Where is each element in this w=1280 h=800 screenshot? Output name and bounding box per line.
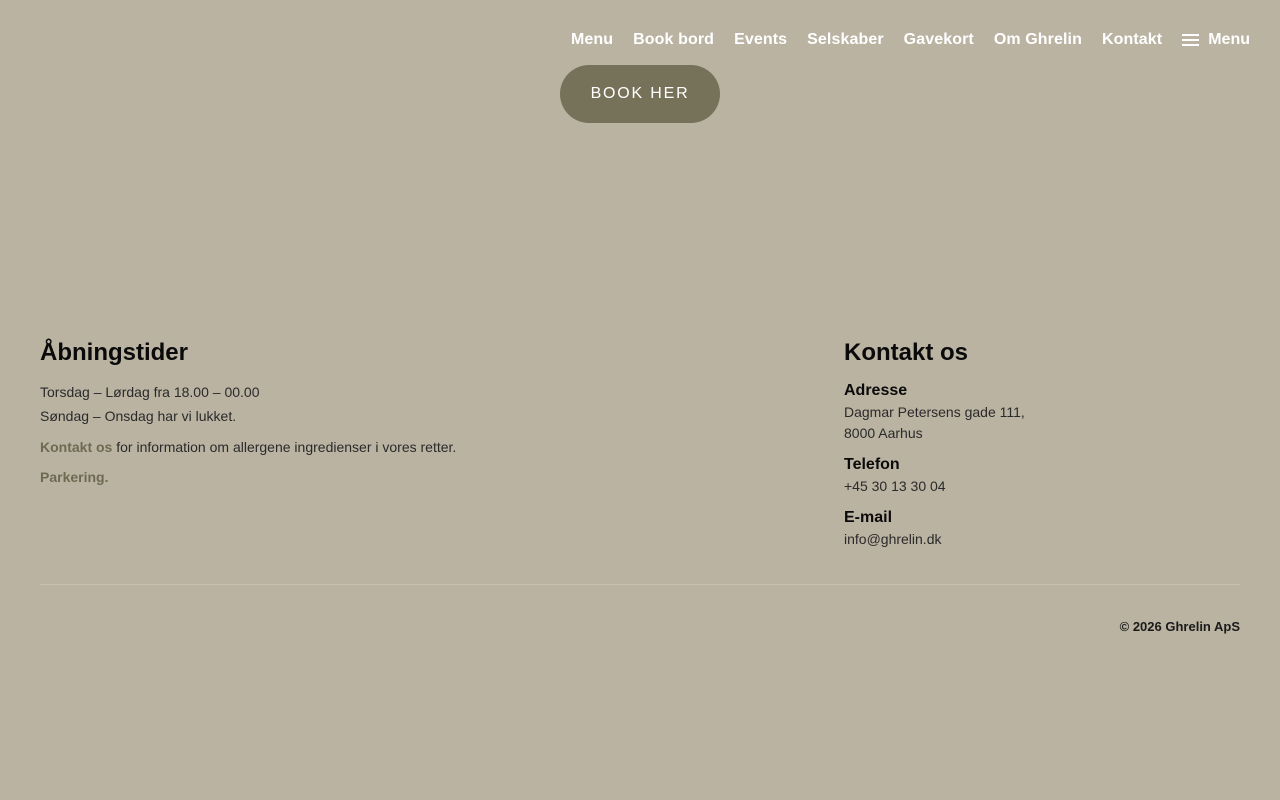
address-block: Adresse Dagmar Petersens gade 111, 8000 … xyxy=(844,380,1244,444)
nav-item-selskaber[interactable]: Selskaber xyxy=(807,28,884,52)
menu-toggle-button[interactable]: Menu xyxy=(1182,31,1250,49)
opening-hours-title: Åbningstider xyxy=(40,339,188,366)
hamburger-menu-icon xyxy=(1182,33,1200,47)
nav-item-gavekort[interactable]: Gavekort xyxy=(904,28,974,52)
opening-hours-section: Åbningstider Torsdag – Lørdag fra 18.00 … xyxy=(40,338,640,488)
opening-hours-list: Torsdag – Lørdag fra 18.00 – 00.00 Sønda… xyxy=(40,380,640,428)
address-line-2: 8000 Aarhus xyxy=(844,425,923,441)
phone-block: Telefon +45 30 13 30 04 xyxy=(844,454,1244,497)
allergen-info: Kontakt os for information om allergene … xyxy=(40,436,640,458)
hours-line: Søndag – Onsdag har vi lukket. xyxy=(40,408,237,424)
contact-section: Kontakt os Adresse Dagmar Petersens gade… xyxy=(844,338,1244,560)
contact-title: Kontakt os xyxy=(844,339,969,366)
email-label: E-mail xyxy=(844,509,893,526)
phone-label: Telefon xyxy=(844,456,900,473)
email-value[interactable]: info@ghrelin.dk xyxy=(844,529,1244,550)
parking-paragraph: Parkering. xyxy=(40,466,640,488)
nav-item-events[interactable]: Events xyxy=(734,28,787,52)
parking-link[interactable]: Parkering. xyxy=(40,469,108,485)
address-label: Adresse xyxy=(844,382,908,399)
book-here-button[interactable]: BOOK HER xyxy=(560,65,720,123)
allergen-info-text: for information om allergene ingrediense… xyxy=(112,439,457,455)
email-block: E-mail info@ghrelin.dk xyxy=(844,507,1244,550)
nav-item-kontakt[interactable]: Kontakt xyxy=(1102,28,1162,52)
main-nav: Menu Book bord Events Selskaber Gavekort… xyxy=(571,28,1250,52)
page: Menu Book bord Events Selskaber Gavekort… xyxy=(0,0,1280,800)
contact-us-link[interactable]: Kontakt os xyxy=(40,439,112,455)
address-line-1: Dagmar Petersens gade 111, xyxy=(844,404,1025,420)
nav-item-om-ghrelin[interactable]: Om Ghrelin xyxy=(994,28,1082,52)
nav-item-menu[interactable]: Menu xyxy=(571,28,613,52)
footer-divider xyxy=(40,584,1240,585)
nav-item-book-bord[interactable]: Book bord xyxy=(633,28,714,52)
copyright-text: © 2026 Ghrelin ApS xyxy=(1119,619,1240,634)
phone-value[interactable]: +45 30 13 30 04 xyxy=(844,476,1244,497)
menu-toggle-label: Menu xyxy=(1208,31,1250,48)
hours-line: Torsdag – Lørdag fra 18.00 – 00.00 xyxy=(40,384,260,400)
